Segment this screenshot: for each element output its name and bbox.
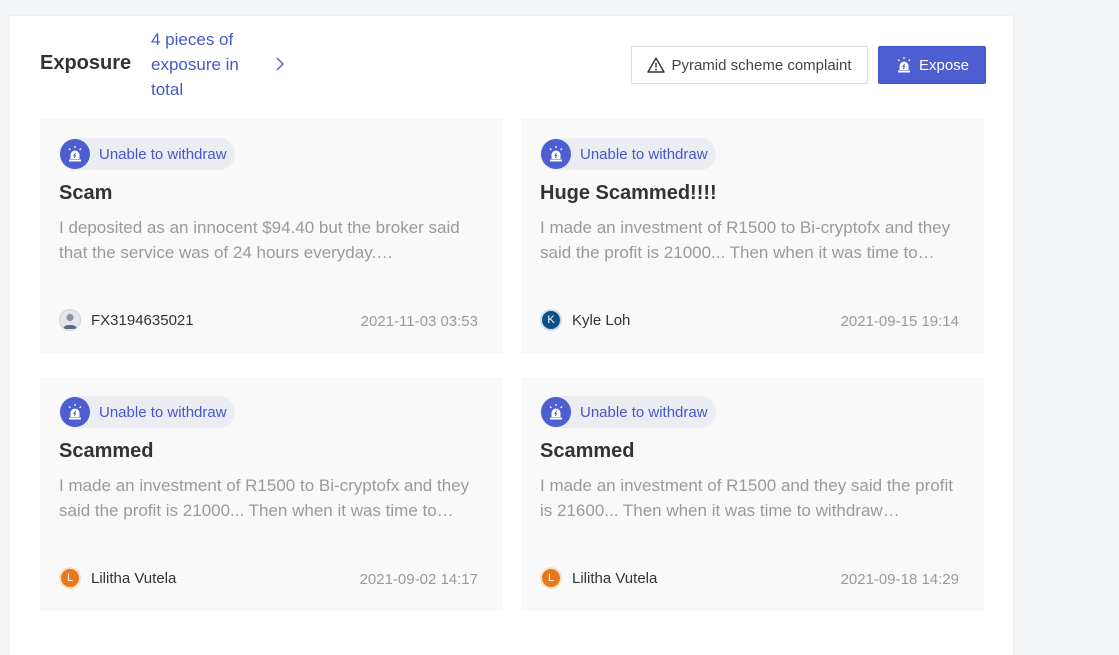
exposure-card[interactable]: Unable to withdraw Huge Scammed!!!! I made… [521, 119, 984, 353]
card-description: I made an investment of R1500 and they s… [540, 476, 953, 520]
exposure-count-link[interactable]: 4 pieces of exposure in total [151, 27, 261, 102]
alarm-siren-icon [897, 57, 911, 73]
card-author[interactable]: L Lilitha Vutela [540, 567, 657, 589]
card-title[interactable]: Scam [59, 182, 112, 205]
exposure-panel: Exposure 4 pieces of exposure in total P… [9, 15, 1014, 655]
badge-label: Unable to withdraw [580, 145, 708, 163]
alarm-siren-icon [541, 397, 571, 427]
exposure-card[interactable]: Unable to withdraw Scammed I made an inves… [521, 377, 984, 611]
status-badge: Unable to withdraw [540, 138, 716, 170]
status-badge: Unable to withdraw [540, 396, 716, 428]
exposure-header: Exposure 4 pieces of exposure in total P… [10, 16, 1013, 116]
author-name[interactable]: Lilitha Vutela [91, 570, 176, 587]
card-title[interactable]: Scammed [59, 440, 154, 463]
status-badge: Unable to withdraw [59, 396, 235, 428]
card-date: 2021-09-15 19:14 [840, 313, 959, 330]
warning-icon [647, 57, 666, 73]
card-author[interactable]: K Kyle Loh [540, 309, 630, 331]
card-description: I made an investment of R1500 to Bi-cryp… [540, 218, 951, 262]
avatar-letter: L [547, 572, 555, 584]
pyramid-scheme-complaint-button[interactable]: Pyramid scheme complaint [631, 46, 868, 84]
section-title: Exposure [40, 52, 132, 74]
author-name[interactable]: Kyle Loh [572, 312, 630, 329]
author-name[interactable]: Lilitha Vutela [572, 570, 657, 587]
alarm-siren-icon [541, 139, 571, 169]
avatar-letter: L [66, 572, 74, 584]
avatar[interactable]: K [540, 309, 562, 331]
chevron-right-icon[interactable] [273, 57, 287, 71]
avatar-letter: K [547, 314, 555, 326]
avatar[interactable]: L [59, 567, 81, 589]
card-title[interactable]: Huge Scammed!!!! [540, 182, 717, 205]
card-date: 2021-09-18 14:29 [840, 571, 959, 588]
author-name[interactable]: FX3194635021 [91, 312, 194, 329]
card-description: I deposited as an innocent $94.40 but th… [59, 218, 460, 262]
card-date: 2021-09-02 14:17 [359, 571, 478, 588]
expose-button[interactable]: Expose [878, 46, 986, 84]
badge-label: Unable to withdraw [99, 403, 227, 421]
avatar[interactable] [59, 309, 81, 331]
badge-label: Unable to withdraw [580, 403, 708, 421]
complaint-button-label: Pyramid scheme complaint [671, 56, 852, 74]
alarm-siren-icon [60, 139, 90, 169]
exposure-card[interactable]: Unable to withdraw Scam I deposited as an … [40, 119, 503, 353]
exposure-card[interactable]: Unable to withdraw Scammed I made an inves… [40, 377, 503, 611]
card-title[interactable]: Scammed [540, 440, 635, 463]
card-author[interactable]: L Lilitha Vutela [59, 567, 176, 589]
status-badge: Unable to withdraw [59, 138, 235, 170]
card-author[interactable]: FX3194635021 [59, 309, 194, 331]
avatar[interactable]: L [540, 567, 562, 589]
card-date: 2021-11-03 03:53 [360, 313, 478, 330]
badge-label: Unable to withdraw [99, 145, 227, 163]
expose-button-label: Expose [918, 56, 970, 74]
card-description: I made an investment of R1500 to Bi-cryp… [59, 476, 470, 520]
alarm-siren-icon [60, 397, 90, 427]
